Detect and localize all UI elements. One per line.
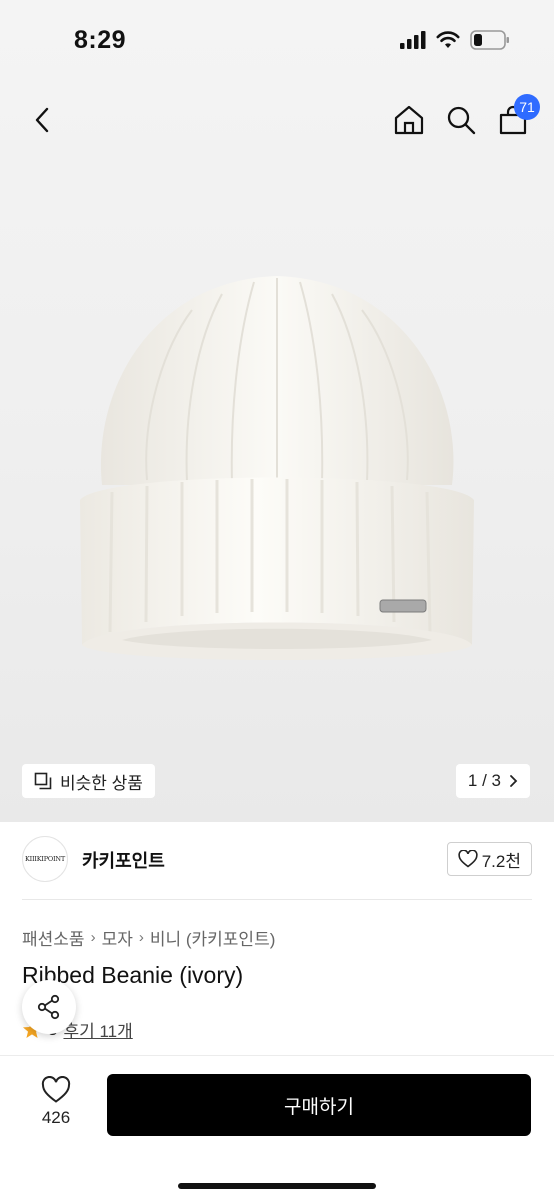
- home-indicator: [178, 1183, 376, 1189]
- search-button[interactable]: [442, 100, 480, 140]
- heart-icon: [458, 850, 478, 868]
- store-like-button[interactable]: 7.2천: [446, 842, 532, 876]
- home-icon: [394, 105, 424, 135]
- home-button[interactable]: [390, 100, 428, 140]
- status-icons: [400, 30, 510, 50]
- chevron-left-icon: [35, 107, 49, 133]
- breadcrumb-item-hat[interactable]: 모자: [102, 925, 133, 950]
- battery-icon: [470, 30, 509, 50]
- similar-products-button[interactable]: 비슷한 상품: [22, 764, 155, 798]
- top-nav: 71: [0, 94, 554, 146]
- cart-button[interactable]: 71: [494, 94, 540, 140]
- image-page-indicator[interactable]: 1 / 3: [455, 764, 530, 798]
- breadcrumb-item-fashion-accessories[interactable]: 패션소품: [22, 925, 85, 950]
- buy-button[interactable]: 구매하기: [107, 1074, 531, 1136]
- store-logo[interactable]: KIIIKIPOINT: [22, 836, 68, 882]
- share-button[interactable]: [22, 980, 76, 1034]
- chevron-right-icon: ›: [90, 929, 96, 946]
- chevron-right-icon: [510, 775, 518, 787]
- status-bar: 8:29: [0, 0, 554, 84]
- similar-products-label: 비슷한 상품: [60, 773, 143, 793]
- wifi-icon: [436, 31, 460, 48]
- cart-count-badge: 71: [514, 94, 540, 120]
- back-button[interactable]: [22, 100, 62, 140]
- bottom-action-bar: 426 구매하기: [0, 1055, 554, 1200]
- divider: [22, 899, 532, 900]
- heart-icon: [41, 1076, 71, 1103]
- wishlist-count: 426: [41, 1108, 71, 1127]
- breadcrumb: 패션소품 › 모자 › 비니 (카키포인트): [22, 925, 275, 950]
- copy-icon: [34, 772, 52, 790]
- chevron-right-icon: ›: [138, 929, 144, 946]
- beanie-product-image: [80, 276, 474, 660]
- status-time: 8:29: [74, 26, 127, 54]
- store-name[interactable]: 카키포인트: [82, 847, 165, 873]
- store-row[interactable]: KIIIKIPOINT 카키포인트 7.2천: [22, 836, 532, 884]
- cellular-signal-icon: [400, 31, 426, 49]
- store-like-count: 7.2천: [481, 851, 521, 871]
- wishlist-button[interactable]: 426: [24, 1076, 88, 1136]
- breadcrumb-item-beanie[interactable]: 비니 (카키포인트): [150, 925, 276, 950]
- review-count-link[interactable]: 후기 11개: [63, 1017, 132, 1042]
- search-icon: [447, 106, 476, 135]
- page-indicator-text: 1 / 3: [467, 771, 501, 790]
- share-icon: [37, 994, 60, 1020]
